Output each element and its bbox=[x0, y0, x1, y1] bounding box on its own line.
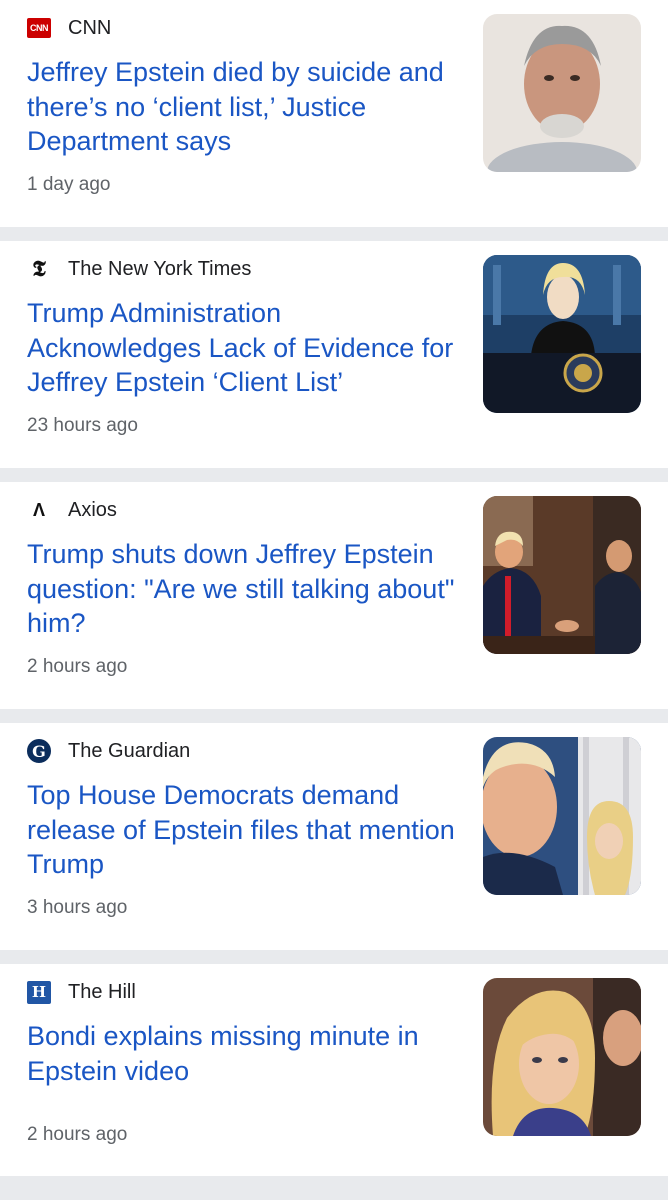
news-card[interactable]: G The Guardian Top House Democrats deman… bbox=[0, 723, 668, 950]
source-row: G The Guardian bbox=[27, 739, 190, 763]
headline-link[interactable]: Bondi explains missing minute in Epstein… bbox=[27, 1019, 457, 1088]
headline-link[interactable]: Trump shuts down Jeffrey Epstein questio… bbox=[27, 537, 457, 641]
timestamp: 1 day ago bbox=[27, 174, 111, 195]
headline-link[interactable]: Jeffrey Epstein died by suicide and ther… bbox=[27, 55, 457, 159]
article-thumbnail[interactable] bbox=[483, 978, 641, 1136]
press-briefing-image bbox=[483, 255, 641, 413]
timestamp: 2 hours ago bbox=[27, 656, 128, 677]
article-thumbnail[interactable] bbox=[483, 255, 641, 413]
source-name: The Guardian bbox=[68, 739, 191, 762]
news-card[interactable]: 𝕿 The New York Times Trump Administratio… bbox=[0, 241, 668, 468]
source-row: CNN CNN bbox=[27, 16, 111, 40]
source-name: The Hill bbox=[68, 980, 136, 1003]
man-portrait-image bbox=[483, 14, 641, 172]
timestamp: 23 hours ago bbox=[27, 415, 138, 436]
article-thumbnail[interactable] bbox=[483, 737, 641, 895]
article-thumbnail[interactable] bbox=[483, 14, 641, 172]
source-name: Axios bbox=[68, 498, 117, 521]
source-row: Λ Axios bbox=[27, 498, 117, 522]
headline-link[interactable]: Trump Administration Acknowledges Lack o… bbox=[27, 296, 457, 400]
the-hill-logo-icon: H bbox=[27, 980, 51, 1004]
news-card[interactable]: H The Hill Bondi explains missing minute… bbox=[0, 964, 668, 1176]
two-officials-image bbox=[483, 737, 641, 895]
news-card[interactable]: Λ Axios Trump shuts down Jeffrey Epstein… bbox=[0, 482, 668, 709]
news-card[interactable]: CNN CNN Jeffrey Epstein died by suicide … bbox=[0, 0, 668, 227]
article-thumbnail[interactable] bbox=[483, 496, 641, 654]
guardian-logo-icon: G bbox=[27, 739, 51, 763]
source-row: 𝕿 The New York Times bbox=[27, 256, 252, 282]
nyt-logo-icon: 𝕿 bbox=[32, 256, 46, 282]
source-row: H The Hill bbox=[27, 980, 136, 1004]
timestamp: 2 hours ago bbox=[27, 1124, 128, 1145]
news-feed: CNN CNN Jeffrey Epstein died by suicide … bbox=[0, 0, 668, 1176]
cnn-logo-icon: CNN bbox=[27, 18, 51, 38]
woman-closeup-image bbox=[483, 978, 641, 1136]
source-name: CNN bbox=[68, 16, 112, 39]
axios-logo-icon: Λ bbox=[32, 499, 45, 520]
headline-link[interactable]: Top House Democrats demand release of Ep… bbox=[27, 778, 457, 882]
cabinet-meeting-image bbox=[483, 496, 641, 654]
source-name: The New York Times bbox=[68, 257, 252, 280]
timestamp: 3 hours ago bbox=[27, 897, 128, 918]
